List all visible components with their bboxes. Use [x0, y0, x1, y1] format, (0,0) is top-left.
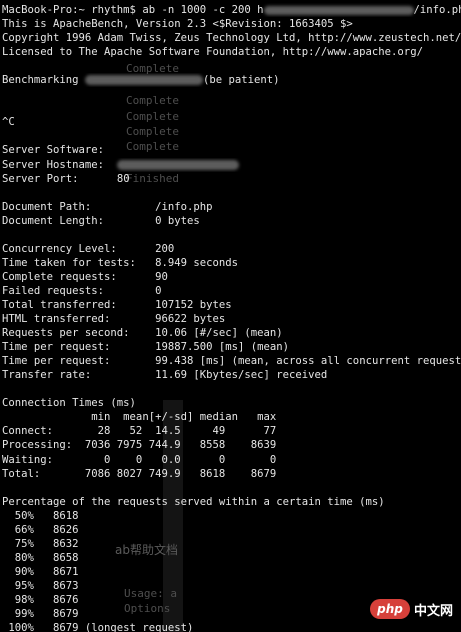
stat-line: Failed requests: 0 — [2, 284, 461, 298]
terminal-window[interactable]: Complete Complete Complete Complete Comp… — [0, 0, 461, 632]
percentile-row: 75% 8632 — [2, 537, 79, 550]
stat-line: Total transferred: 107152 bytes — [2, 298, 461, 312]
stats-block: Concurrency Level: 200 Time taken for tes… — [2, 242, 461, 382]
stat-value: 107152 bytes — [155, 298, 232, 311]
version-line: This is ApacheBench, Version 2.3 <$Revis… — [2, 18, 353, 31]
stat-value: 8.949 seconds — [155, 256, 238, 269]
command-text: ab -n 1000 -c 200 h — [142, 4, 264, 16]
stat-value: 11.69 [Kbytes/sec] received — [155, 369, 328, 382]
stat-line: Complete requests: 90 — [2, 270, 461, 284]
stat-label: Transfer rate: — [2, 369, 92, 382]
connection-table: Connect: 28 52 14.5 49 77 Processing: 703… — [2, 424, 461, 480]
stat-line: HTML transferred: 96622 bytes — [2, 312, 461, 326]
stat-value: 200 — [155, 242, 175, 255]
stat-label: Time taken for tests: — [2, 256, 136, 269]
redacted-host — [263, 5, 414, 15]
command-line: MacBook-Pro:~ rhythm$ ab -n 1000 -c 200 … — [2, 3, 461, 17]
stat-padding — [110, 355, 155, 367]
connection-row: Processing: 7036 7975 744.9 8558 8639 — [2, 439, 277, 452]
stat-label: Time per request: — [2, 341, 111, 354]
watermark: php 中文网 — [369, 598, 453, 620]
stat-line: Time per request: 19887.500 [ms] (mean) — [2, 340, 461, 354]
stat-line: Time taken for tests: 8.949 seconds — [2, 256, 461, 270]
percentile-row: 100% 8679 (longest request) — [2, 622, 194, 632]
stat-value: 0 — [155, 284, 162, 297]
stat-line: Concurrency Level: 200 — [2, 242, 461, 256]
stat-padding — [117, 271, 155, 283]
prompt: MacBook-Pro:~ rhythm$ — [2, 4, 136, 16]
stat-value: 19887.500 [ms] (mean) — [155, 341, 290, 354]
document-length-line: Document Length: 0 bytes — [2, 214, 461, 228]
percentage-title: Percentage of the requests served within… — [2, 495, 385, 508]
stat-label: Concurrency Level: — [2, 242, 117, 255]
stat-padding — [117, 243, 155, 255]
terminal-output[interactable]: MacBook-Pro:~ rhythm$ ab -n 1000 -c 200 … — [2, 3, 461, 632]
connection-row: Connect: 28 52 14.5 49 77 — [2, 425, 277, 438]
connection-title: Connection Times (ms) — [2, 397, 136, 410]
stat-label: Requests per second: — [2, 327, 130, 340]
stat-label: Failed requests: — [2, 284, 105, 297]
stat-padding — [110, 341, 155, 353]
benchmarking-label: Benchmarking — [2, 74, 79, 87]
server-port-value: 80 — [116, 172, 130, 185]
stat-value: 90 — [155, 270, 168, 283]
percentile-row: 66% 8626 — [2, 523, 79, 536]
redacted-hostname — [116, 159, 239, 170]
connection-header: min mean[+/-sd] median max — [2, 411, 277, 424]
stat-padding — [130, 327, 156, 339]
stat-value: 96622 bytes — [155, 313, 226, 326]
stat-value: 99.438 [ms] (mean, across all concurrent… — [155, 355, 461, 368]
percentile-row: 50% 8618 — [2, 509, 79, 522]
server-hostname-label: Server Hostname: — [2, 158, 105, 171]
stat-value: 10.06 [#/sec] (mean) — [155, 327, 283, 340]
connection-row: Total: 7086 8027 749.9 8618 8679 — [2, 467, 277, 480]
stat-line: Requests per second: 10.06 [#/sec] (mean… — [2, 326, 461, 340]
stat-padding — [136, 257, 155, 269]
stat-label: Complete requests: — [2, 270, 117, 283]
server-software-label: Server Software: — [2, 144, 105, 157]
benchmarking-line: Benchmarking (be patient) — [2, 73, 461, 87]
benchmarking-tail: (be patient) — [202, 74, 280, 87]
stat-padding — [117, 299, 155, 311]
stat-padding — [104, 285, 155, 297]
copyright-line: Copyright 1996 Adam Twiss, Zeus Technolo… — [2, 32, 461, 45]
command-tail: /info.php — [413, 4, 461, 16]
document-path-label: Document Path: — [2, 200, 92, 213]
document-length-value: 0 bytes — [155, 214, 200, 227]
stat-line: Transfer rate: 11.69 [Kbytes/sec] receiv… — [2, 368, 461, 382]
redacted-benchmark-host — [84, 75, 203, 86]
percentile-row: 90% 8671 — [2, 565, 79, 578]
stat-label: Total transferred: — [2, 298, 117, 311]
document-path-value: /info.php — [155, 200, 213, 213]
document-length-label: Document Length: — [2, 214, 105, 227]
document-path-line: Document Path: /info.php — [2, 200, 461, 214]
server-software-line: Server Software: — [2, 143, 461, 157]
server-port-line: Server Port: 80 — [2, 172, 461, 186]
stat-line: Time per request: 99.438 [ms] (mean, acr… — [2, 354, 461, 368]
watermark-site: 中文网 — [413, 603, 453, 619]
stat-padding — [110, 313, 155, 325]
interrupt-line: ^C — [2, 116, 15, 129]
percentile-row: 95% 8673 — [2, 579, 79, 592]
server-port-label: Server Port: — [2, 172, 79, 185]
stat-padding — [91, 369, 155, 381]
stat-label: Time per request: — [2, 355, 111, 368]
connection-row: Waiting: 0 0 0.0 0 0 — [2, 453, 277, 466]
license-line: Licensed to The Apache Software Foundati… — [2, 46, 423, 59]
stat-label: HTML transferred: — [2, 313, 111, 326]
php-logo: php — [369, 599, 410, 619]
server-hostname-line: Server Hostname: — [2, 158, 461, 172]
percentile-row: 80% 8658 — [2, 551, 79, 564]
